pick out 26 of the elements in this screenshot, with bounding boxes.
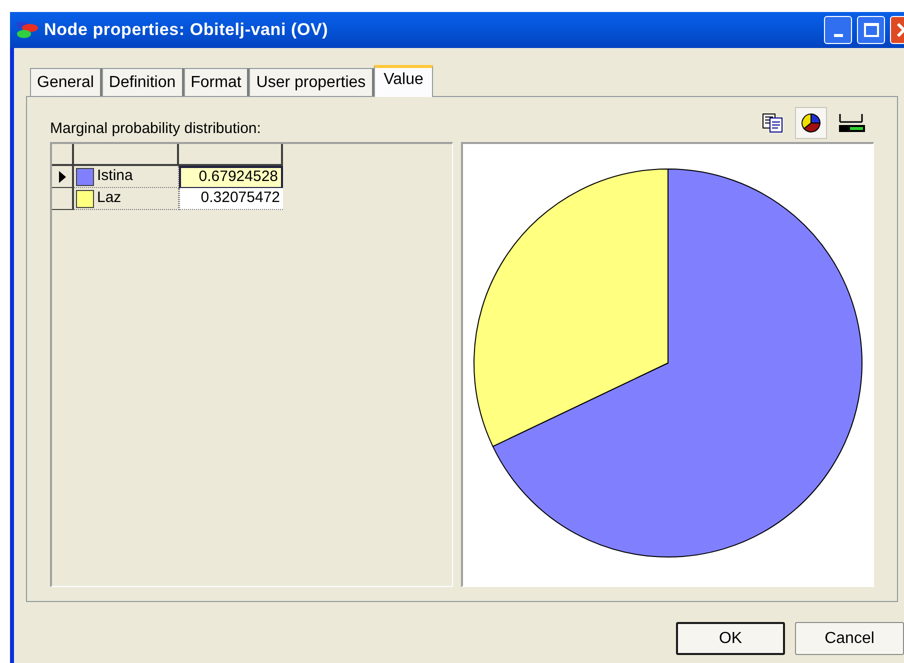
state-name: Laz <box>97 188 122 208</box>
dialog-button[interactable]: OK <box>676 622 785 655</box>
state-name: Istina <box>97 166 133 186</box>
pie-chart-icon <box>800 112 822 134</box>
minimize-button[interactable] <box>824 16 852 44</box>
header-cell <box>52 144 74 166</box>
tab[interactable]: Value <box>374 65 434 97</box>
maximize-button[interactable] <box>857 16 885 44</box>
probability-cell[interactable]: 0.32075472 <box>179 188 283 210</box>
maximize-icon <box>864 23 878 37</box>
tab[interactable]: Definition <box>102 68 184 96</box>
tab[interactable]: Format <box>184 68 250 96</box>
progress-bar-icon <box>838 112 866 134</box>
dialog-button[interactable]: Cancel <box>795 622 904 655</box>
app-icon <box>14 20 40 40</box>
toolbar-button[interactable] <box>795 107 827 139</box>
row-header[interactable] <box>52 188 74 210</box>
current-row-icon <box>58 170 66 182</box>
window-title: Node properties: Obitelj-vani (OV) <box>44 19 328 42</box>
minimize-icon <box>834 34 842 37</box>
tab[interactable]: User properties <box>249 68 374 96</box>
panel-label: Marginal probability distribution: <box>50 118 261 139</box>
tab[interactable]: General <box>30 68 102 96</box>
copy-icon <box>762 113 784 133</box>
row-header[interactable] <box>52 166 74 188</box>
probability-cell[interactable]: 0.67924528 <box>179 166 283 188</box>
